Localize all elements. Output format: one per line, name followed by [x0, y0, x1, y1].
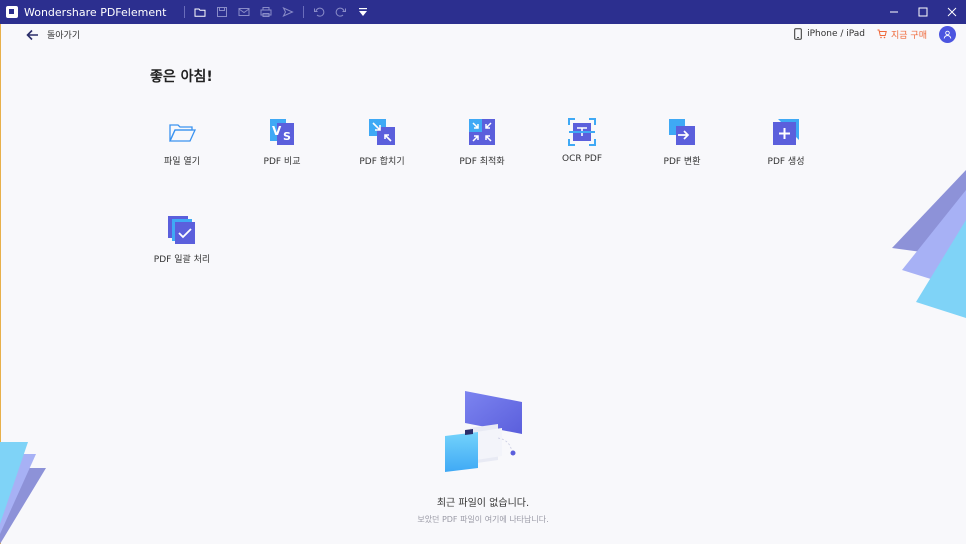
toolbar-divider [303, 6, 305, 18]
print-icon[interactable] [255, 0, 277, 24]
app-title: Wondershare PDFelement [24, 5, 167, 19]
dropdown-icon[interactable] [352, 0, 374, 24]
tool-label: PDF 생성 [767, 157, 805, 167]
user-icon [943, 30, 952, 39]
close-icon[interactable] [937, 0, 966, 24]
tool-optimize[interactable]: PDF 최적화 [432, 116, 532, 167]
folder-icon[interactable] [189, 0, 211, 24]
share-icon[interactable] [277, 0, 299, 24]
avatar[interactable] [939, 25, 956, 43]
mail-icon[interactable] [233, 0, 255, 24]
empty-state-title: 최근 파일이 없습니다. [436, 498, 530, 509]
ocr-icon [566, 116, 598, 148]
top-right-actions: iPhone / iPad 지금 구매 [794, 25, 956, 43]
tool-batch[interactable]: PDF 일괄 처리 [132, 214, 232, 265]
app-logo-icon [6, 6, 18, 18]
convert-icon [666, 116, 698, 148]
back-button[interactable]: 돌아가기 [26, 28, 80, 41]
minimize-icon[interactable] [879, 0, 908, 24]
tool-create[interactable]: PDF 생성 [736, 116, 836, 167]
redo-icon[interactable] [330, 0, 352, 24]
window-controls [879, 0, 966, 24]
svg-text:V: V [272, 124, 282, 138]
title-bar: Wondershare PDFelement [0, 0, 966, 24]
tool-label: PDF 일괄 처리 [153, 255, 211, 265]
greeting-heading: 좋은 아침! [150, 69, 213, 85]
cart-icon [877, 29, 887, 39]
arrow-left-icon [26, 29, 38, 40]
combine-icon [366, 116, 398, 148]
tool-ocr[interactable]: OCR PDF [532, 116, 632, 164]
device-label: iPhone / iPad [807, 29, 866, 39]
phone-icon [794, 28, 802, 40]
tool-label: 파일 열기 [164, 157, 200, 167]
tool-compare[interactable]: VS PDF 비교 [232, 116, 332, 167]
tool-label: OCR PDF [561, 154, 603, 164]
decorative-shapes-left [0, 442, 46, 544]
tool-label: PDF 비교 [263, 157, 301, 167]
create-icon [770, 116, 802, 148]
decorative-shapes-right [892, 170, 966, 318]
quick-toolbar [180, 0, 374, 24]
undo-icon[interactable] [308, 0, 330, 24]
tool-combine[interactable]: PDF 합치기 [332, 116, 432, 167]
device-link[interactable]: iPhone / iPad [794, 28, 865, 40]
optimize-icon [466, 116, 498, 148]
empty-state-subtitle: 보았던 PDF 파일이 여기에 나타납니다. [417, 515, 549, 524]
svg-text:S: S [283, 130, 291, 143]
tool-label: PDF 합치기 [359, 157, 405, 167]
tool-label: PDF 변환 [663, 157, 701, 167]
tool-open-file[interactable]: 파일 열기 [132, 116, 232, 167]
tool-convert[interactable]: PDF 변환 [632, 116, 732, 167]
maximize-icon[interactable] [908, 0, 937, 24]
batch-icon [166, 214, 198, 246]
tool-label: PDF 최적화 [459, 157, 505, 167]
empty-state-illustration [445, 391, 522, 472]
save-icon[interactable] [211, 0, 233, 24]
buy-label: 지금 구매 [891, 30, 927, 41]
toolbar-divider [184, 6, 186, 18]
compare-icon: VS [266, 116, 298, 148]
buy-now-button[interactable]: 지금 구매 [877, 28, 927, 41]
folder-open-icon [166, 116, 198, 148]
back-label: 돌아가기 [47, 31, 81, 41]
